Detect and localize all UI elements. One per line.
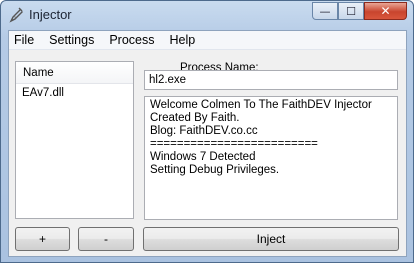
log-line: Welcome Colmen To The FaithDEV Injector: [150, 99, 372, 111]
dll-list[interactable]: Name EAv7.dll: [15, 61, 134, 219]
inject-button[interactable]: Inject: [143, 227, 399, 251]
menu-process[interactable]: Process: [109, 33, 154, 47]
log-output[interactable]: Welcome Colmen To The FaithDEV Injector C…: [144, 96, 398, 220]
menu-bar: File Settings Process Help: [9, 31, 406, 50]
window-client-area: File Settings Process Help Name EAv7.dll…: [8, 30, 407, 257]
remove-dll-button[interactable]: -: [78, 227, 134, 251]
menu-help[interactable]: Help: [169, 33, 195, 47]
log-line: Created By Faith.: [150, 112, 240, 124]
menu-file[interactable]: File: [14, 33, 34, 47]
close-button[interactable]: ✕: [364, 2, 407, 20]
minimize-button[interactable]: —: [312, 2, 338, 20]
log-line: Windows 7 Detected: [150, 151, 256, 163]
menu-settings[interactable]: Settings: [49, 33, 94, 47]
log-line: Setting Debug Privileges.: [150, 164, 280, 176]
list-item[interactable]: EAv7.dll: [16, 84, 133, 102]
process-name-input[interactable]: [144, 70, 398, 90]
title-bar[interactable]: Injector — ☐ ✕: [1, 1, 413, 29]
log-line: Blog: FaithDEV.co.cc: [150, 125, 258, 137]
syringe-icon: [9, 7, 23, 23]
log-line: =========================: [150, 138, 318, 150]
caption-buttons: — ☐ ✕: [312, 2, 407, 21]
add-dll-button[interactable]: +: [15, 227, 70, 251]
maximize-button[interactable]: ☐: [338, 2, 364, 20]
injector-window: Injector — ☐ ✕ File Settings Process Hel…: [0, 0, 414, 263]
window-title: Injector: [29, 7, 72, 22]
list-column-header-name[interactable]: Name: [16, 62, 133, 84]
